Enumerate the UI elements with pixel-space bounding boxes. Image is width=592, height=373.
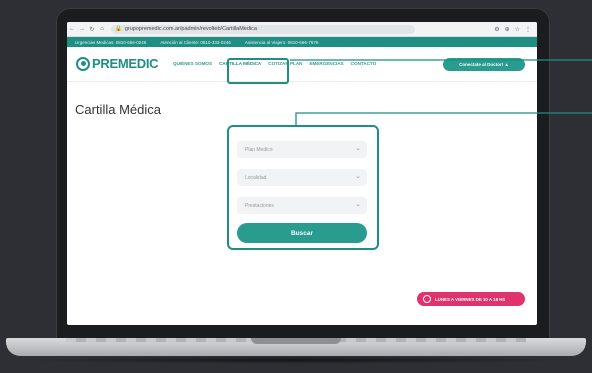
premedic-logo[interactable]: PREMEDIC: [76, 56, 159, 71]
chevron-down-icon: ⌄: [355, 145, 361, 152]
doctor-cta-button[interactable]: Conectate al Doctor! ▲: [443, 58, 525, 71]
contact-info-strip: Urgencias Medicas: 0810-666-0246 Atenció…: [67, 37, 537, 47]
zoom-icon[interactable]: ⊕: [505, 26, 510, 33]
nav-highlight-frame: [227, 58, 289, 84]
lock-icon: 🔒: [115, 26, 122, 32]
laptop-screen: ← → ↻ ⌂ 🔒 grupopremedic.com.ar/padmin/re…: [67, 22, 537, 325]
home-icon[interactable]: ⌂: [97, 26, 107, 32]
whatsapp-icon: [423, 295, 431, 303]
localidad-select-label: Localidad: [245, 174, 267, 181]
chevron-down-icon: ⌄: [355, 173, 361, 180]
plan-select[interactable]: Plan Medico ⌄: [237, 141, 367, 158]
prestaciones-select[interactable]: Prestaciones ⌄: [237, 197, 367, 214]
localidad-select[interactable]: Localidad ⌄: [237, 169, 367, 186]
address-bar[interactable]: 🔒 grupopremedic.com.ar/padmin/revolteb/C…: [111, 24, 415, 34]
logo-mark-icon: [76, 56, 90, 71]
search-form: Plan Medico ⌄ Localidad ⌄ Prestaciones ⌄…: [227, 125, 379, 250]
reload-icon[interactable]: ↻: [87, 26, 97, 33]
nav-contacto[interactable]: CONTACTO: [351, 61, 377, 66]
site-header: PREMEDIC QUIÉNES SOMOS CARTILLA MÉDICA C…: [67, 47, 537, 82]
star-icon[interactable]: ☆: [515, 26, 520, 33]
search-button[interactable]: Buscar: [237, 223, 367, 243]
forward-arrow-icon[interactable]: →: [77, 26, 87, 32]
extension-icon[interactable]: ⚙: [494, 26, 499, 33]
nav-emergencias[interactable]: EMERGENCIAS: [309, 61, 343, 66]
laptop-shadow: [20, 356, 572, 364]
info-asistencia: Asistencia al Viajero: 0810-666-7676: [244, 39, 319, 45]
url-text: grupopremedic.com.ar/padmin/revolteb/Car…: [124, 26, 257, 32]
whatsapp-hours-button[interactable]: LUNES A VIERNES DE 10 A 18 HS: [417, 292, 525, 306]
nav-quienes-somos[interactable]: QUIÉNES SOMOS: [173, 61, 212, 66]
browser-tools: ⚙ ⊕ ☆ ⋮: [494, 26, 537, 33]
trackpad-notch: [251, 338, 341, 344]
page-title: Cartilla Médica: [75, 102, 161, 117]
back-arrow-icon[interactable]: ←: [67, 26, 77, 32]
laptop-base: [6, 338, 586, 356]
plan-select-label: Plan Medico: [245, 146, 273, 153]
logo-text: PREMEDIC: [92, 56, 159, 71]
info-urgencias: Urgencias Medicas: 0810-666-0246: [75, 39, 147, 45]
menu-icon[interactable]: ⋮: [525, 26, 531, 33]
info-atencion: Atención al Cliente: 0810-333-0246: [160, 39, 231, 45]
browser-toolbar: ← → ↻ ⌂ 🔒 grupopremedic.com.ar/padmin/re…: [67, 22, 537, 37]
prestaciones-select-label: Prestaciones: [245, 202, 274, 209]
hours-label: LUNES A VIERNES DE 10 A 18 HS: [435, 296, 506, 302]
chevron-down-icon: ⌄: [355, 201, 361, 208]
